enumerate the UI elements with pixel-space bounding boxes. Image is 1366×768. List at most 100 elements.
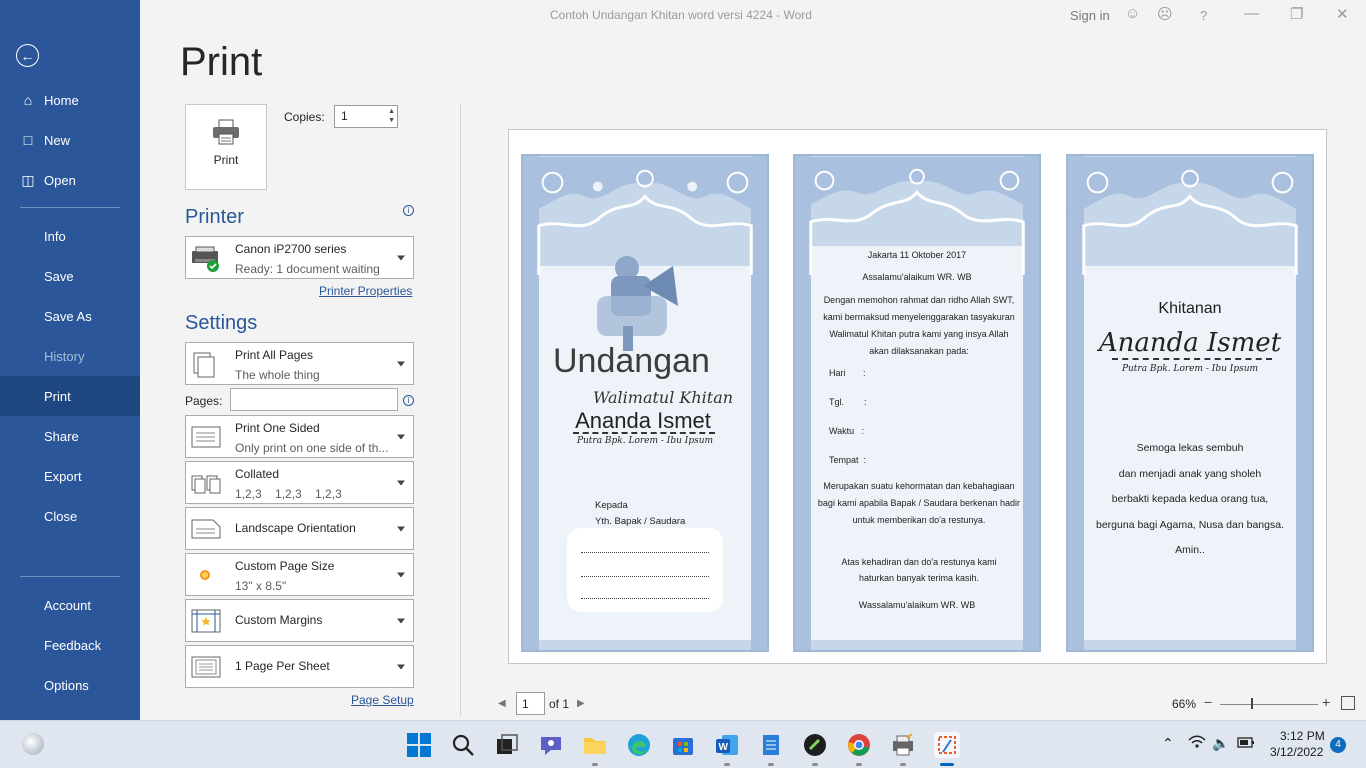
printer-dropdown[interactable]: Canon iP2700 series Ready: 1 document wa… xyxy=(185,236,414,279)
nav-new[interactable]: □ New xyxy=(0,120,140,160)
collation-title: Collated xyxy=(235,467,280,481)
nav-new-label: New xyxy=(44,132,71,148)
margins-title: Custom Margins xyxy=(235,613,323,627)
settings-heading: Settings xyxy=(185,312,258,334)
nav-open[interactable]: ◫ Open xyxy=(0,160,140,200)
chat-icon[interactable] xyxy=(538,732,564,758)
wish-line: Amin.. xyxy=(1175,544,1205,556)
smile-feedback-icon[interactable]: ☺ xyxy=(1125,5,1140,22)
nav-save[interactable]: Save xyxy=(0,256,140,296)
paper-size-dropdown[interactable]: Custom Page Size 13" x 8.5" xyxy=(185,553,414,596)
orientation-title: Landscape Orientation xyxy=(235,521,356,535)
invitation-request: Merupakan suatu kehormatan dan kebahagia… xyxy=(817,481,1021,525)
page-number-input[interactable]: 1 xyxy=(516,692,545,715)
sign-in-link[interactable]: Sign in xyxy=(1070,8,1110,23)
orientation-dropdown[interactable]: Landscape Orientation xyxy=(185,507,414,550)
minimize-icon[interactable]: — xyxy=(1244,5,1259,22)
nav-export[interactable]: Export xyxy=(0,456,140,496)
recipient-salutation: Yth. Bapak / Saudara xyxy=(595,516,686,527)
copies-value: 1 xyxy=(341,109,348,123)
edge-browser-icon[interactable] xyxy=(626,732,652,758)
printer-device-icon xyxy=(191,245,219,272)
nav-options[interactable]: Options xyxy=(0,665,140,705)
windows-start-icon[interactable] xyxy=(406,732,432,758)
field-date: Tgl. : xyxy=(829,397,867,407)
page-count: of 1 xyxy=(549,697,570,711)
invitation-parents: Putra Bpk. Lorem - Ibu Ipsum xyxy=(576,436,714,446)
file-explorer-icon[interactable] xyxy=(582,732,608,758)
chevron-down-icon xyxy=(397,480,405,485)
chevron-down-icon xyxy=(397,572,405,577)
word-app-icon[interactable]: W xyxy=(714,732,740,758)
pages-input[interactable] xyxy=(230,388,398,411)
microsoft-store-icon[interactable] xyxy=(670,732,696,758)
nav-feedback[interactable]: Feedback xyxy=(0,625,140,665)
copies-label: Copies: xyxy=(284,110,325,124)
pages-per-sheet-dropdown[interactable]: 1 Page Per Sheet xyxy=(185,645,414,688)
next-page-icon[interactable]: ▶ xyxy=(577,698,585,709)
back-title: Khitanan xyxy=(1158,300,1222,317)
previous-page-icon[interactable]: ◀ xyxy=(498,698,506,709)
copies-stepper[interactable]: 1 ▲ ▼ xyxy=(334,105,398,128)
chevron-down-icon xyxy=(397,255,405,260)
wifi-icon[interactable] xyxy=(1188,735,1206,752)
field-day: Hari : xyxy=(829,368,866,378)
info-icon[interactable]: i xyxy=(403,205,414,216)
close-window-icon[interactable]: ✕ xyxy=(1336,5,1349,23)
print-button[interactable]: Print xyxy=(185,104,267,190)
battery-icon[interactable] xyxy=(1237,735,1255,752)
clock-time[interactable]: 3:12 PM xyxy=(1280,729,1325,743)
print-range-dropdown[interactable]: Print All Pages The whole thing xyxy=(185,342,414,385)
volume-icon[interactable]: 🔈 xyxy=(1212,735,1229,752)
wish-line: Semoga lekas sembuh xyxy=(1136,442,1244,454)
nav-account[interactable]: Account xyxy=(0,585,140,625)
nav-info-label: Info xyxy=(44,228,66,244)
back-arrow-icon[interactable]: ← xyxy=(16,44,39,67)
clock-date[interactable]: 3/12/2022 xyxy=(1270,745,1323,759)
sides-dropdown[interactable]: Print One Sided Only print on one side o… xyxy=(185,415,414,458)
spin-arrows-icon[interactable]: ▲ ▼ xyxy=(388,107,395,125)
margins-dropdown[interactable]: Custom Margins xyxy=(185,599,414,642)
page-setup-link[interactable]: Page Setup xyxy=(351,693,414,707)
nav-save-label: Save xyxy=(44,268,74,284)
nav-info[interactable]: Info xyxy=(0,216,140,256)
chevron-up-icon[interactable]: ⌃ xyxy=(1162,735,1174,752)
nav-save-as[interactable]: Save As xyxy=(0,296,140,336)
chevron-down-icon xyxy=(397,526,405,531)
chrome-browser-icon[interactable] xyxy=(846,732,872,758)
frown-feedback-icon[interactable]: ☹ xyxy=(1157,5,1173,23)
page-title: Print xyxy=(180,40,263,84)
new-document-icon: □ xyxy=(23,132,33,148)
zoom-out-button[interactable]: − xyxy=(1204,694,1212,710)
zoom-slider-thumb[interactable] xyxy=(1251,698,1253,709)
address-line xyxy=(581,576,709,577)
zoom-to-page-icon[interactable] xyxy=(1341,696,1355,710)
printer-properties-link[interactable]: Printer Properties xyxy=(319,284,412,298)
terminal-app-icon[interactable] xyxy=(802,732,828,758)
notification-badge[interactable]: 4 xyxy=(1330,737,1346,753)
nav-close[interactable]: Close xyxy=(0,496,140,536)
folder-open-icon: ◫ xyxy=(21,171,35,188)
restore-icon[interactable]: ❐ xyxy=(1290,5,1303,23)
zoom-level[interactable]: 66% xyxy=(1172,697,1196,711)
info-icon[interactable]: i xyxy=(403,395,414,406)
collation-dropdown[interactable]: Collated 1,2,3 1,2,3 1,2,3 xyxy=(185,461,414,504)
nav-home-label: Home xyxy=(44,92,79,108)
nav-print[interactable]: Print xyxy=(0,376,140,416)
nav-divider xyxy=(20,576,120,577)
nav-share[interactable]: Share xyxy=(0,416,140,456)
zoom-slider[interactable] xyxy=(1220,704,1318,705)
notepad-icon[interactable] xyxy=(758,732,784,758)
sides-subtitle: Only print on one side of th... xyxy=(235,441,389,455)
task-view-icon[interactable] xyxy=(494,732,520,758)
snipping-tool-icon[interactable] xyxy=(934,732,960,758)
nav-home[interactable]: ⌂ Home xyxy=(0,80,140,120)
home-icon: ⌂ xyxy=(23,92,33,108)
weather-widget-icon[interactable] xyxy=(22,733,44,755)
pages-label: Pages: xyxy=(185,394,223,408)
zoom-in-button[interactable]: + xyxy=(1322,694,1330,710)
search-icon[interactable] xyxy=(450,732,476,758)
help-icon[interactable]: ? xyxy=(1200,8,1207,23)
printer-queue-icon[interactable] xyxy=(890,732,916,758)
title-bar: Contoh Undangan Khitan word versi 4224 -… xyxy=(140,0,1366,32)
